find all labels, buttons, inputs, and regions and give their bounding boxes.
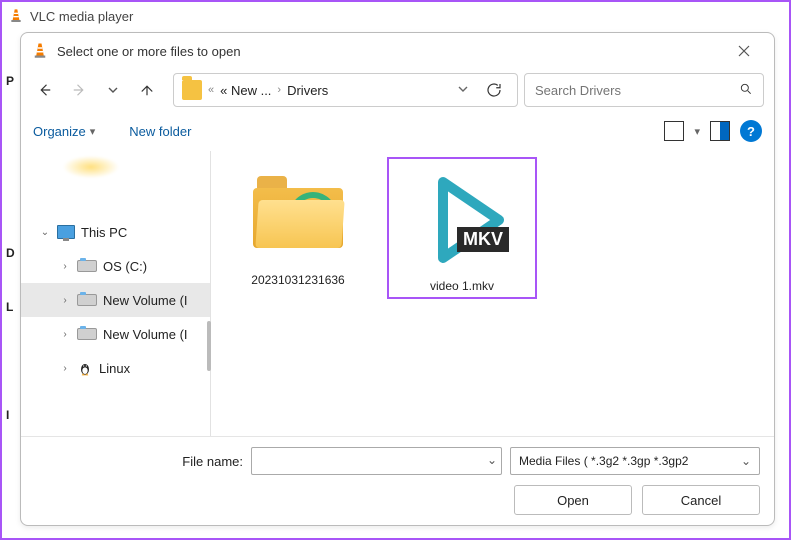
dialog-titlebar: Select one or more files to open (21, 33, 774, 69)
tree-drive-os[interactable]: › OS (C:) (21, 249, 210, 283)
search-input[interactable] (535, 83, 739, 98)
obscured-letter: L (6, 300, 13, 314)
tree-label: New Volume (I (103, 327, 188, 342)
filename-input[interactable]: ⌄ (251, 447, 502, 475)
recent-locations-button[interactable] (99, 76, 127, 104)
tree-label: New Volume (I (103, 293, 188, 308)
video-file-icon: MKV (417, 168, 507, 268)
vlc-cone-icon (31, 42, 49, 60)
refresh-icon (485, 81, 503, 99)
breadcrumb-sep: « (208, 84, 214, 96)
chevron-down-icon[interactable]: ⌄ (487, 453, 497, 467)
vlc-titlebar: VLC media player (2, 2, 789, 30)
mkv-badge: MKV (457, 227, 509, 252)
organize-label: Organize (33, 124, 86, 139)
address-dropdown[interactable] (453, 82, 473, 98)
tree-this-pc[interactable]: ⌄ This PC (21, 215, 210, 249)
tree-label: OS (C:) (103, 259, 147, 274)
linux-icon (77, 360, 93, 376)
file-item-folder[interactable]: 20231031231636 (223, 157, 373, 287)
open-button[interactable]: Open (514, 485, 632, 515)
redacted-area (51, 155, 191, 191)
vlc-cone-icon (8, 8, 24, 24)
drive-icon (77, 328, 97, 340)
new-folder-button[interactable]: New folder (129, 124, 191, 139)
address-bar[interactable]: « « New ... › Drivers (173, 73, 518, 107)
chevron-right-icon[interactable]: › (59, 295, 71, 306)
breadcrumb-current[interactable]: Drivers (287, 83, 328, 98)
preview-pane-button[interactable] (710, 121, 730, 141)
tree-label: This PC (81, 225, 127, 240)
file-open-dialog: Select one or more files to open « « New… (20, 32, 775, 526)
drive-icon (77, 260, 97, 272)
forward-button[interactable] (65, 76, 93, 104)
breadcrumb-part[interactable]: « New ... (220, 83, 271, 98)
scrollbar[interactable] (207, 321, 211, 371)
dialog-title: Select one or more files to open (57, 44, 241, 59)
filename-label: File name: (35, 454, 243, 469)
file-label: 20231031231636 (223, 273, 373, 287)
obscured-letter: I (6, 408, 9, 422)
drive-icon (77, 294, 97, 306)
refresh-button[interactable] (479, 75, 509, 105)
file-label: video 1.mkv (393, 279, 531, 293)
arrow-right-icon (70, 81, 88, 99)
chevron-down-icon: ⌄ (741, 454, 751, 468)
chevron-right-icon[interactable]: › (59, 329, 71, 340)
chevron-down-icon (457, 83, 469, 95)
folder-icon (182, 80, 202, 100)
chevron-down-icon (107, 84, 119, 96)
tree-linux[interactable]: › Linux (21, 351, 210, 385)
help-button[interactable]: ? (740, 120, 762, 142)
nav-toolbar: « « New ... › Drivers (21, 69, 774, 111)
obscured-letter: P (6, 74, 14, 88)
back-button[interactable] (31, 76, 59, 104)
tree-label: Linux (99, 361, 130, 376)
search-icon[interactable] (739, 82, 753, 99)
folder-icon (253, 176, 343, 248)
dialog-footer: File name: ⌄ Media Files ( *.3g2 *.3gp *… (21, 436, 774, 525)
command-bar: Organize ▾ New folder ▾ ? (21, 111, 774, 151)
chevron-down-icon[interactable]: ▾ (694, 125, 700, 138)
chevron-right-icon[interactable]: › (59, 363, 71, 374)
breadcrumb-sep: › (277, 84, 281, 96)
arrow-left-icon (36, 81, 54, 99)
search-box[interactable] (524, 73, 764, 107)
organize-menu[interactable]: Organize ▾ (33, 124, 95, 139)
chevron-down-icon[interactable]: ⌄ (39, 227, 51, 238)
pc-icon (57, 225, 75, 239)
close-button[interactable] (724, 33, 764, 69)
chevron-down-icon: ▾ (90, 125, 96, 138)
vlc-title: VLC media player (30, 9, 133, 24)
file-list[interactable]: 20231031231636 MKV video 1.mkv (211, 151, 774, 436)
file-type-filter[interactable]: Media Files ( *.3g2 *.3gp *.3gp2 ⌄ (510, 447, 760, 475)
tree-drive-newvolume-2[interactable]: › New Volume (I (21, 317, 210, 351)
view-mode-button[interactable] (664, 121, 684, 141)
nav-sidebar: ⌄ This PC › OS (C:) › New Volume (I › (21, 151, 211, 436)
cancel-button[interactable]: Cancel (642, 485, 760, 515)
close-icon (737, 44, 751, 58)
file-item-video[interactable]: MKV video 1.mkv (387, 157, 537, 299)
chevron-right-icon[interactable]: › (59, 261, 71, 272)
arrow-up-icon (138, 81, 156, 99)
filter-label: Media Files ( *.3g2 *.3gp *.3gp2 (519, 454, 688, 468)
obscured-letter: D (6, 246, 15, 260)
tree-drive-newvolume[interactable]: › New Volume (I (21, 283, 210, 317)
up-button[interactable] (133, 76, 161, 104)
